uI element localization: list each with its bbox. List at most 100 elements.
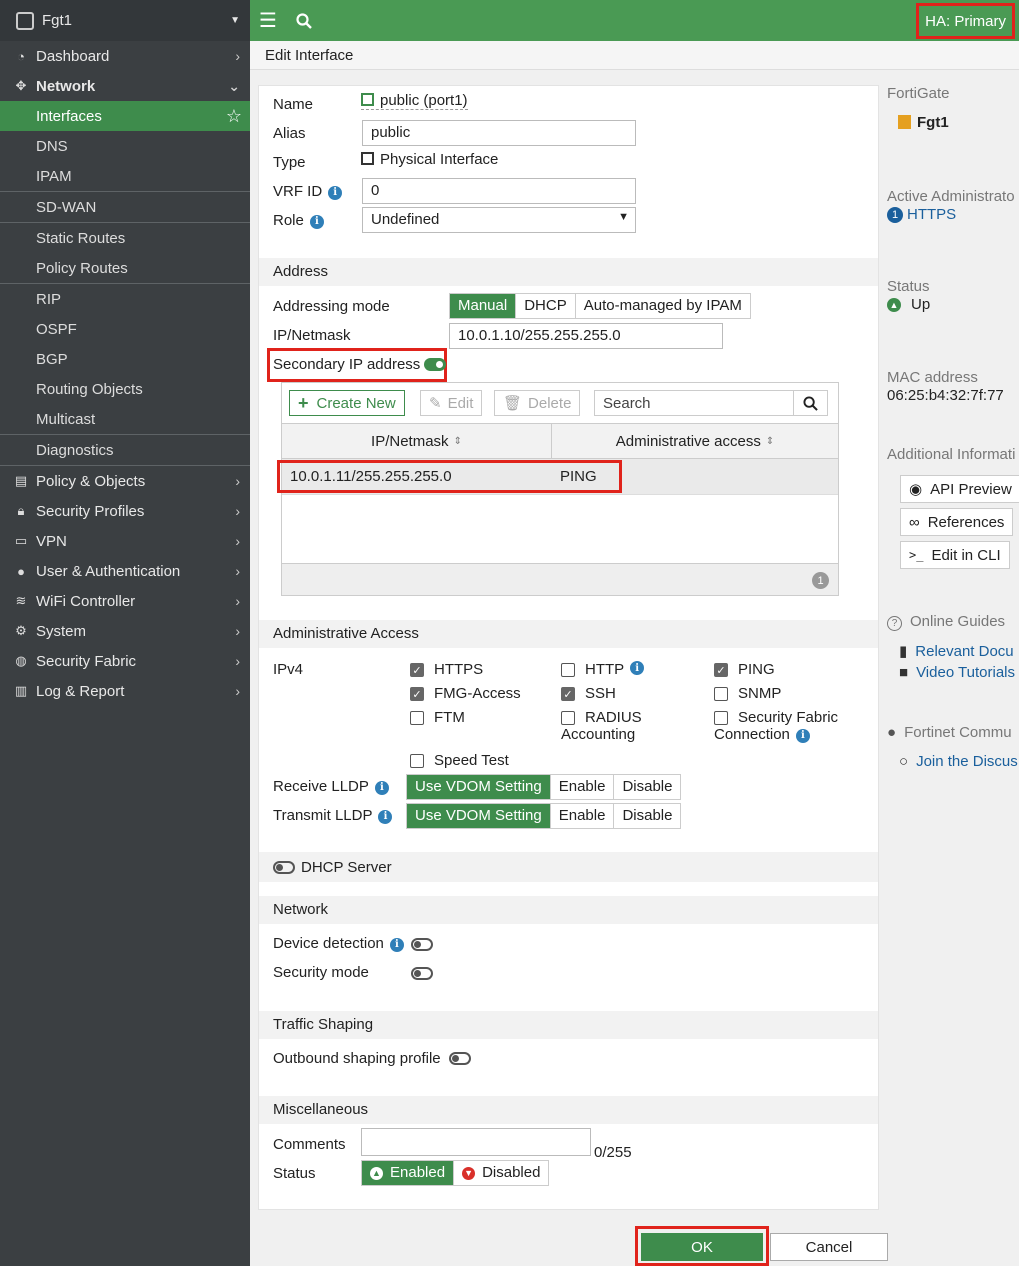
mode-manual[interactable]: Manual — [450, 294, 517, 318]
checkbox-ftm[interactable]: FTM — [410, 709, 465, 726]
lldp-enable[interactable]: Enable — [550, 775, 615, 799]
alias-input[interactable]: public — [362, 120, 636, 146]
sidebar-item-bgp[interactable]: BGP — [0, 344, 250, 374]
info-icon[interactable]: i — [309, 214, 324, 229]
gear-icon: ⚙ — [15, 623, 27, 638]
status-enabled[interactable]: ▲ Enabled — [362, 1161, 455, 1185]
sidebar-item-dashboard[interactable]: ◔ Dashboard › — [0, 41, 250, 71]
checkbox-label: FTM — [434, 709, 465, 726]
sidebar-item-rip[interactable]: RIP — [0, 284, 250, 314]
search-icon[interactable] — [286, 0, 322, 41]
sidebar-item-system[interactable]: ⚙ System › — [0, 616, 250, 646]
device-detection-toggle[interactable] — [411, 938, 433, 951]
sidebar-item-log-report[interactable]: ▥ Log & Report › — [0, 676, 250, 706]
checkbox-radius-accounting[interactable]: RADIUS Accounting — [561, 709, 642, 743]
sidebar-item-interfaces[interactable]: Interfaces ☆ — [0, 101, 250, 131]
checkbox-ssh[interactable]: ✓ SSH — [561, 685, 616, 702]
api-preview-button[interactable]: ◉ API Preview — [900, 475, 1019, 503]
edit-cli-button[interactable]: >_ Edit in CLI — [900, 541, 1010, 569]
dhcp-server-toggle[interactable] — [273, 861, 295, 874]
transmit-lldp-text: Transmit LLDP — [273, 807, 373, 824]
sidebar-item-label: Policy & Objects — [36, 472, 146, 490]
sidebar-item-ipam[interactable]: IPAM — [0, 161, 250, 191]
ipnetmask-input[interactable]: 10.0.1.10/255.255.255.0 — [449, 323, 723, 349]
sidebar-item-security-fabric[interactable]: ◍ Security Fabric › — [0, 646, 250, 676]
table-footer: 1 — [282, 563, 838, 595]
info-icon[interactable]: i — [328, 185, 343, 200]
sidebar-item-policy-objects[interactable]: ▤ Policy & Objects › — [0, 466, 250, 496]
network-icon: ✥ — [15, 78, 27, 93]
sidebar-item-security-profiles[interactable]: 🔒︎ Security Profiles › — [0, 496, 250, 526]
sidebar-item-ospf[interactable]: OSPF — [0, 314, 250, 344]
mode-ipam[interactable]: Auto-managed by IPAM — [575, 294, 750, 318]
search-input[interactable]: Search — [594, 390, 794, 416]
link-icon: ∞ — [909, 513, 920, 531]
star-icon[interactable]: ☆ — [226, 106, 242, 127]
checkbox-https[interactable]: ✓ HTTPS — [410, 661, 483, 678]
sort-icon: ⇕ — [765, 435, 775, 447]
sidebar-item-network[interactable]: ✥ Network ⌄ — [0, 71, 250, 101]
lldp-disable[interactable]: Disable — [614, 775, 681, 799]
relevant-docs-text: Relevant Docu — [915, 643, 1014, 660]
type-text: Physical Interface — [380, 151, 499, 168]
sidebar-item-user-auth[interactable]: ● User & Authentication › — [0, 556, 250, 586]
checkbox-unchecked — [714, 711, 728, 725]
info-icon[interactable]: i — [795, 728, 810, 743]
checkbox-security-fabric[interactable]: Security Fabric Connection i — [714, 709, 838, 743]
comments-textarea[interactable] — [361, 1128, 591, 1156]
checkbox-snmp[interactable]: SNMP — [714, 685, 781, 702]
info-icon[interactable]: i — [389, 937, 404, 952]
checkbox-http[interactable]: HTTP i — [561, 661, 645, 678]
info-icon[interactable]: i — [630, 661, 645, 675]
vrf-input[interactable]: 0 — [362, 178, 636, 204]
checkbox-label: SSH — [585, 685, 616, 702]
sidebar-item-sd-wan[interactable]: SD-WAN — [0, 192, 250, 222]
column-header-admin-access[interactable]: Administrative access ⇕ — [551, 423, 839, 459]
menu-icon[interactable]: ☰ — [250, 0, 286, 41]
security-mode-toggle[interactable] — [411, 967, 433, 980]
lldp-use-vdom[interactable]: Use VDOM Setting — [407, 775, 551, 799]
edit-button[interactable]: ✎ Edit — [420, 390, 483, 416]
device-selector[interactable]: Fgt1 ▼ — [0, 0, 250, 41]
column-header-ipnetmask[interactable]: IP/Netmask ⇕ — [281, 423, 552, 459]
video-tutorials-link[interactable]: ■ Video Tutorials — [899, 664, 1015, 681]
lldp-disable[interactable]: Disable — [614, 804, 681, 828]
sidebar-item-policy-routes[interactable]: Policy Routes — [0, 253, 250, 283]
sidebar-item-diagnostics[interactable]: Diagnostics — [0, 435, 250, 465]
info-icon[interactable]: i — [374, 780, 389, 795]
checkbox-ping[interactable]: ✓ PING — [714, 661, 775, 678]
join-discussion-link[interactable]: ○ Join the Discus — [899, 753, 1018, 770]
vrf-label-text: VRF ID — [273, 183, 323, 200]
sidebar-item-wifi[interactable]: ≋ WiFi Controller › — [0, 586, 250, 616]
create-new-button[interactable]: + Create New — [289, 390, 405, 416]
role-select[interactable]: Undefined ▼ — [362, 207, 636, 233]
active-admins-link[interactable]: 1 HTTPS — [887, 206, 956, 223]
sidebar-item-dns[interactable]: DNS — [0, 131, 250, 161]
port-icon — [361, 93, 374, 106]
outbound-shaping-toggle[interactable] — [448, 1052, 471, 1065]
checkbox-speed-test[interactable]: Speed Test — [410, 752, 509, 769]
sidebar-item-static-routes[interactable]: Static Routes — [0, 223, 250, 253]
highlight-box — [277, 460, 622, 493]
references-button[interactable]: ∞ References — [900, 508, 1014, 536]
relevant-docs-link[interactable]: ▮ Relevant Docu — [899, 642, 1014, 660]
mode-dhcp[interactable]: DHCP — [516, 294, 576, 318]
delete-button[interactable]: 🗑︎ Delete — [494, 390, 581, 416]
lldp-use-vdom[interactable]: Use VDOM Setting — [407, 804, 551, 828]
sidebar-item-multicast[interactable]: Multicast — [0, 404, 250, 434]
checkbox-label: RADIUS Accounting — [561, 709, 642, 743]
info-icon[interactable]: i — [378, 809, 393, 824]
sidebar-item-vpn[interactable]: ▭ VPN › — [0, 526, 250, 556]
lldp-enable[interactable]: Enable — [550, 804, 615, 828]
sidebar-item-routing-objects[interactable]: Routing Objects — [0, 374, 250, 404]
checkbox-fmg-access[interactable]: ✓ FMG-Access — [410, 685, 521, 702]
secondary-ip-toggle[interactable] — [424, 358, 447, 371]
sidebar-item-label: VPN — [36, 532, 67, 550]
status-disabled[interactable]: ▼ Disabled — [454, 1161, 549, 1185]
arrow-down-icon: ▼ — [462, 1166, 476, 1180]
ha-status-button[interactable]: HA: Primary — [916, 3, 1015, 39]
search-button[interactable] — [793, 390, 828, 416]
ok-button[interactable]: OK — [641, 1233, 763, 1261]
cancel-button[interactable]: Cancel — [770, 1233, 888, 1261]
chevron-right-icon: › — [235, 653, 240, 669]
